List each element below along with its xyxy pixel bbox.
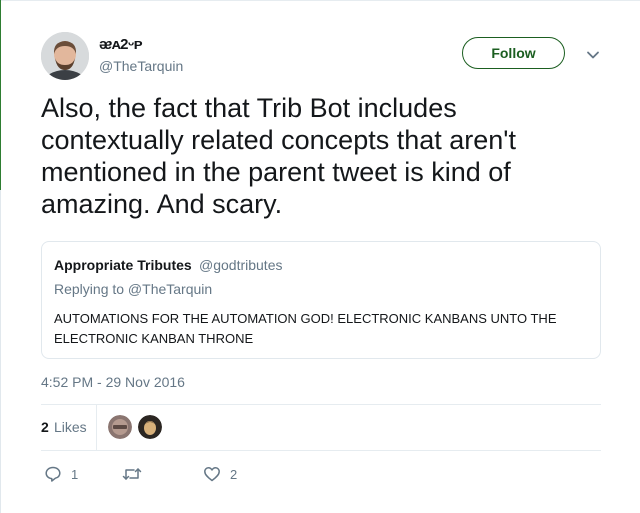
- likes-separator: [96, 405, 97, 450]
- avatar-image: [41, 32, 89, 80]
- likes-label[interactable]: Likes: [54, 419, 87, 435]
- tweet-timestamp[interactable]: 4:52 PM - 29 Nov 2016: [41, 374, 185, 390]
- reply-count: 1: [71, 466, 79, 482]
- divider-bottom: [41, 450, 601, 451]
- follow-button[interactable]: Follow: [462, 37, 565, 69]
- heart-icon[interactable]: [203, 465, 221, 483]
- likes-count[interactable]: 2: [41, 419, 49, 435]
- like-action[interactable]: 2: [203, 464, 237, 484]
- liker-avatar[interactable]: [108, 415, 132, 439]
- retweet-icon[interactable]: [122, 465, 142, 483]
- divider-top: [41, 404, 601, 405]
- left-accent-rule: [0, 0, 1, 190]
- quoted-tweet-replying-to: Replying to @TheTarquin: [54, 281, 213, 297]
- avatar[interactable]: [41, 32, 89, 80]
- reply-icon[interactable]: [44, 465, 62, 483]
- user-handle[interactable]: @TheTarquin: [99, 58, 183, 74]
- reply-action[interactable]: 1: [44, 464, 78, 484]
- quoted-tweet-author-name: Appropriate Tributes: [54, 257, 192, 273]
- user-display-name[interactable]: ᴂᴀ2ᵕᴘ: [99, 36, 143, 53]
- quoted-tweet-text: AUTOMATIONS FOR THE AUTOMATION GOD! ELEC…: [54, 311, 557, 346]
- retweet-action[interactable]: [122, 464, 151, 484]
- card-top-border: [0, 0, 640, 1]
- liker-avatar[interactable]: [138, 415, 162, 439]
- chevron-down-icon[interactable]: [585, 47, 601, 63]
- tweet-text: Also, the fact that Trib Bot includes co…: [41, 93, 516, 219]
- quoted-tweet-author-handle: @godtributes: [199, 257, 283, 273]
- card-left-border: [0, 190, 1, 513]
- quoted-tweet[interactable]: Appropriate Tributes @godtributes Replyi…: [41, 241, 601, 359]
- like-count: 2: [230, 466, 238, 482]
